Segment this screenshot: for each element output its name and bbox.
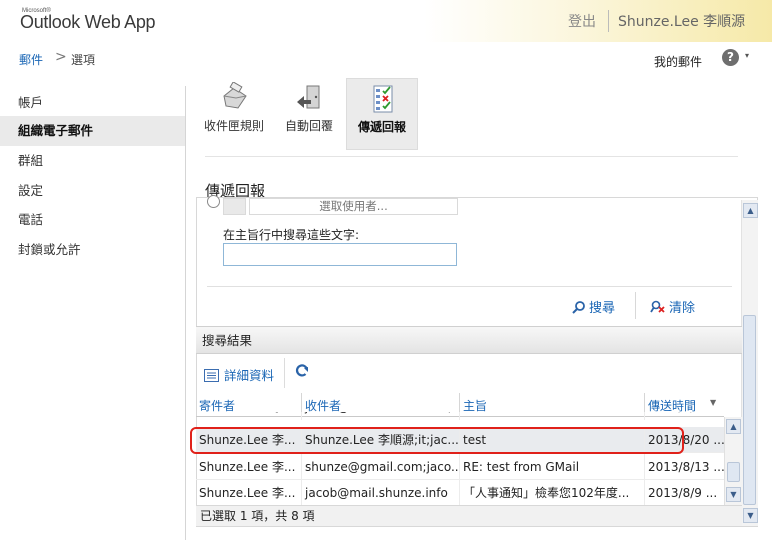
- cell-sender: Shunze.Lee 李...: [196, 480, 302, 506]
- delivery-reports-label: 傳遞回報: [357, 120, 406, 134]
- select-users-button[interactable]: [223, 198, 246, 215]
- subject-search-input[interactable]: [223, 243, 457, 266]
- app-header: Microsoft® Outlook Web App 登出 Shunze.Lee…: [0, 0, 772, 42]
- results-scrollbar[interactable]: ▲ ▼: [724, 417, 742, 505]
- button-divider: [635, 292, 636, 319]
- details-button[interactable]: 詳細資料: [204, 365, 274, 384]
- scroll-down-icon[interactable]: ▼: [743, 508, 758, 523]
- help-icon[interactable]: ?: [722, 49, 739, 66]
- selection-status: 已選取 1 項，共 8 項: [196, 505, 742, 526]
- subject-search-label: 在主旨行中搜尋這些文字:: [223, 228, 360, 242]
- user-name[interactable]: Shunze.Lee 李順源: [618, 11, 745, 31]
- cell-recipients: shunze@gmail.com;jaco...: [302, 454, 460, 480]
- auto-reply-label: 自動回覆: [284, 119, 333, 133]
- table-row[interactable]: Shunze.Lee 李... shunze@gmail.com;jaco...…: [196, 454, 724, 480]
- scroll-down-icon[interactable]: ▼: [726, 487, 741, 502]
- clear-button[interactable]: 清除: [650, 297, 695, 316]
- toolbar-divider: [205, 156, 738, 157]
- chevron-down-icon[interactable]: ▾: [745, 51, 749, 60]
- clear-search-icon: [650, 300, 665, 313]
- cell-sent-time: 2013/8/9 ...: [648, 486, 718, 500]
- cell-sent-time: 2013/8/20 ...: [645, 412, 724, 420]
- results-scrollbar-thumb[interactable]: [727, 462, 740, 482]
- breadcrumb-separator: >: [55, 49, 67, 65]
- cell-subject: test 1919: [460, 412, 645, 420]
- nav-item-settings[interactable]: 設定: [0, 176, 185, 206]
- details-button-label: 詳細資料: [224, 368, 275, 383]
- inbox-rules-icon: [223, 82, 247, 109]
- scroll-up-icon[interactable]: ▲: [726, 419, 741, 434]
- header-divider: [608, 10, 609, 32]
- scroll-up-icon[interactable]: ▲: [743, 203, 758, 218]
- auto-reply-button[interactable]: 自動回覆: [273, 78, 345, 150]
- my-mail-link[interactable]: 我的郵件: [654, 53, 702, 70]
- form-divider: [207, 286, 732, 287]
- clear-button-label: 清除: [669, 301, 696, 316]
- cell-subject: RE: test from GMail: [460, 454, 645, 480]
- results-toolbar-divider: [284, 358, 285, 388]
- left-nav: 帳戶 組織電子郵件 群組 設定 電話 封鎖或允許: [0, 86, 186, 540]
- nav-item-block-or-allow[interactable]: 封鎖或允許: [0, 235, 185, 265]
- refresh-icon[interactable]: [294, 363, 310, 379]
- selected-row-highlight: [190, 427, 684, 454]
- breadcrumb-mail-link[interactable]: 郵件: [19, 51, 43, 68]
- nav-item-phone[interactable]: 電話: [0, 205, 185, 235]
- inbox-rules-button[interactable]: 收件匣規則: [198, 78, 270, 150]
- search-button-label: 搜尋: [589, 301, 616, 316]
- search-button[interactable]: 搜尋: [572, 297, 615, 316]
- search-results-header: 搜尋結果: [196, 326, 742, 354]
- table-row[interactable]: Shunze.Lee 李... jacob@mail.shunze.info;s…: [196, 412, 724, 420]
- delivery-reports-button[interactable]: 傳遞回報: [346, 78, 418, 150]
- app-logo: Outlook Web App: [20, 12, 156, 32]
- cell-subject: 「人事通知」檢奉您102年度...: [460, 480, 645, 506]
- auto-reply-icon: [297, 85, 320, 109]
- magnifier-icon: [572, 301, 585, 314]
- table-row[interactable]: Shunze.Lee 李... jacob@mail.shunze.info 「…: [196, 480, 724, 506]
- search-mailbox-radio[interactable]: [207, 195, 220, 208]
- select-users-field[interactable]: 選取使用者...: [249, 198, 458, 215]
- breadcrumb-options: 選項: [71, 53, 96, 67]
- panel-scrollbar-thumb[interactable]: [743, 315, 756, 505]
- nav-item-groups[interactable]: 群組: [0, 146, 185, 176]
- nav-item-account[interactable]: 帳戶: [0, 88, 185, 118]
- cell-sender: Shunze.Lee 李...: [196, 412, 302, 420]
- cell-sender: Shunze.Lee 李...: [196, 454, 302, 480]
- inbox-rules-label: 收件匣規則: [203, 119, 264, 133]
- cell-recipients: jacob@mail.shunze.info: [302, 480, 460, 506]
- cell-recipients: jacob@mail.shunze.info;sh...: [302, 412, 460, 420]
- cell-sent-time: 2013/8/13 ...: [648, 460, 724, 474]
- details-icon: [204, 369, 219, 382]
- nav-item-organize-email[interactable]: 組織電子郵件: [0, 116, 185, 146]
- delivery-reports-icon: [373, 85, 393, 113]
- sign-out-link[interactable]: 登出: [568, 11, 596, 31]
- sort-descending-icon: ▼: [710, 398, 717, 407]
